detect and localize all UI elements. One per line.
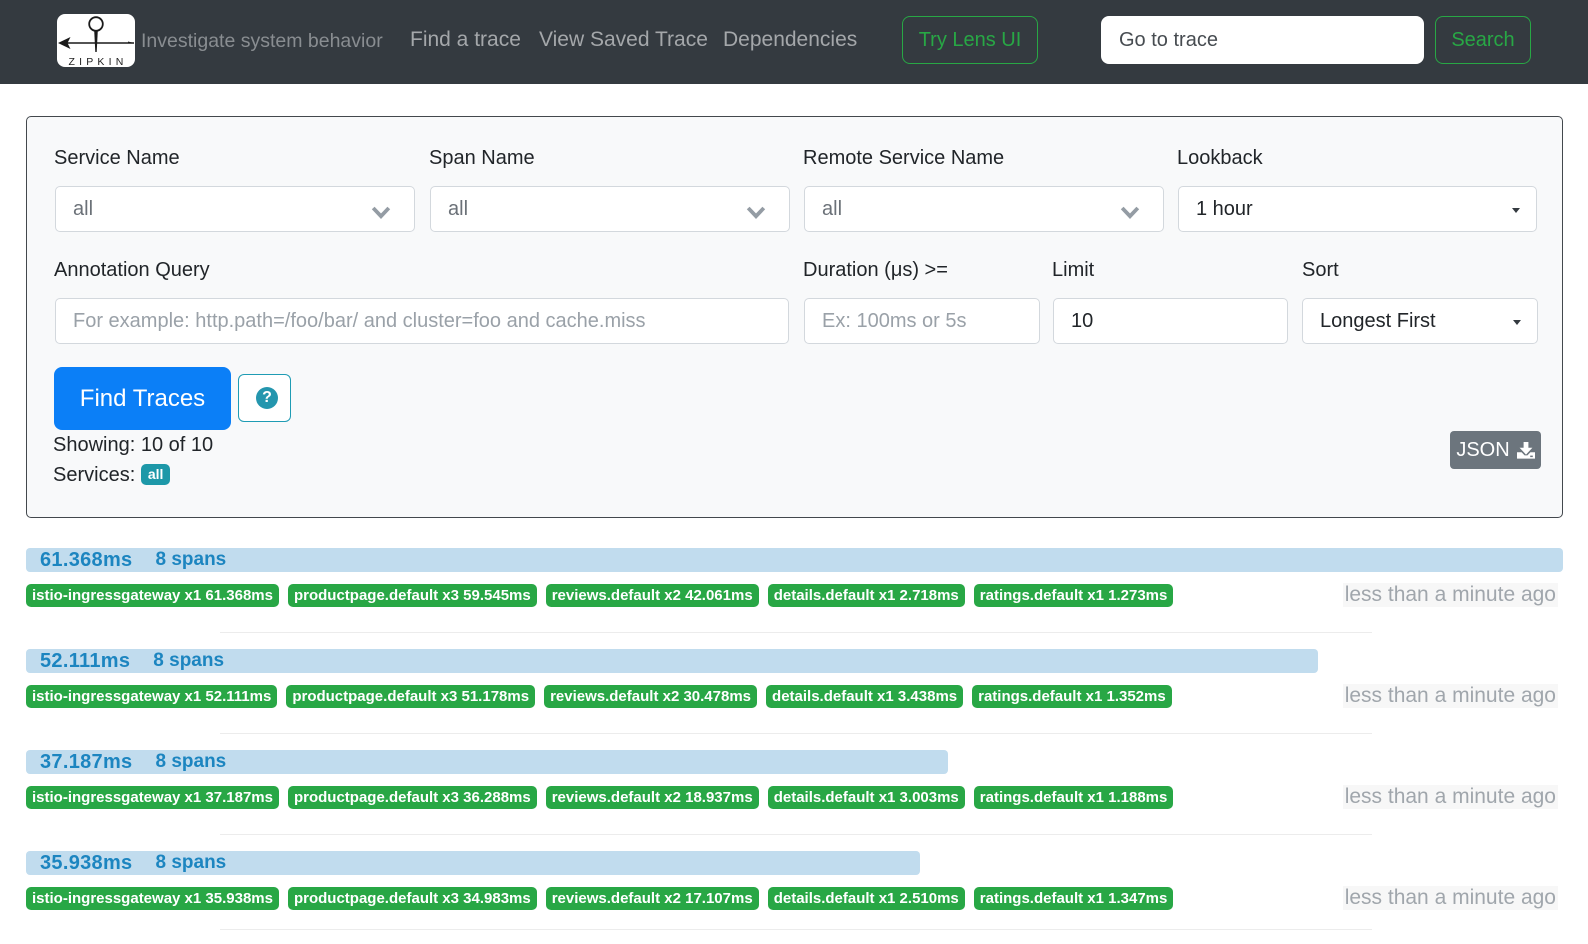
svg-text:ZIPKIN: ZIPKIN bbox=[68, 56, 127, 67]
